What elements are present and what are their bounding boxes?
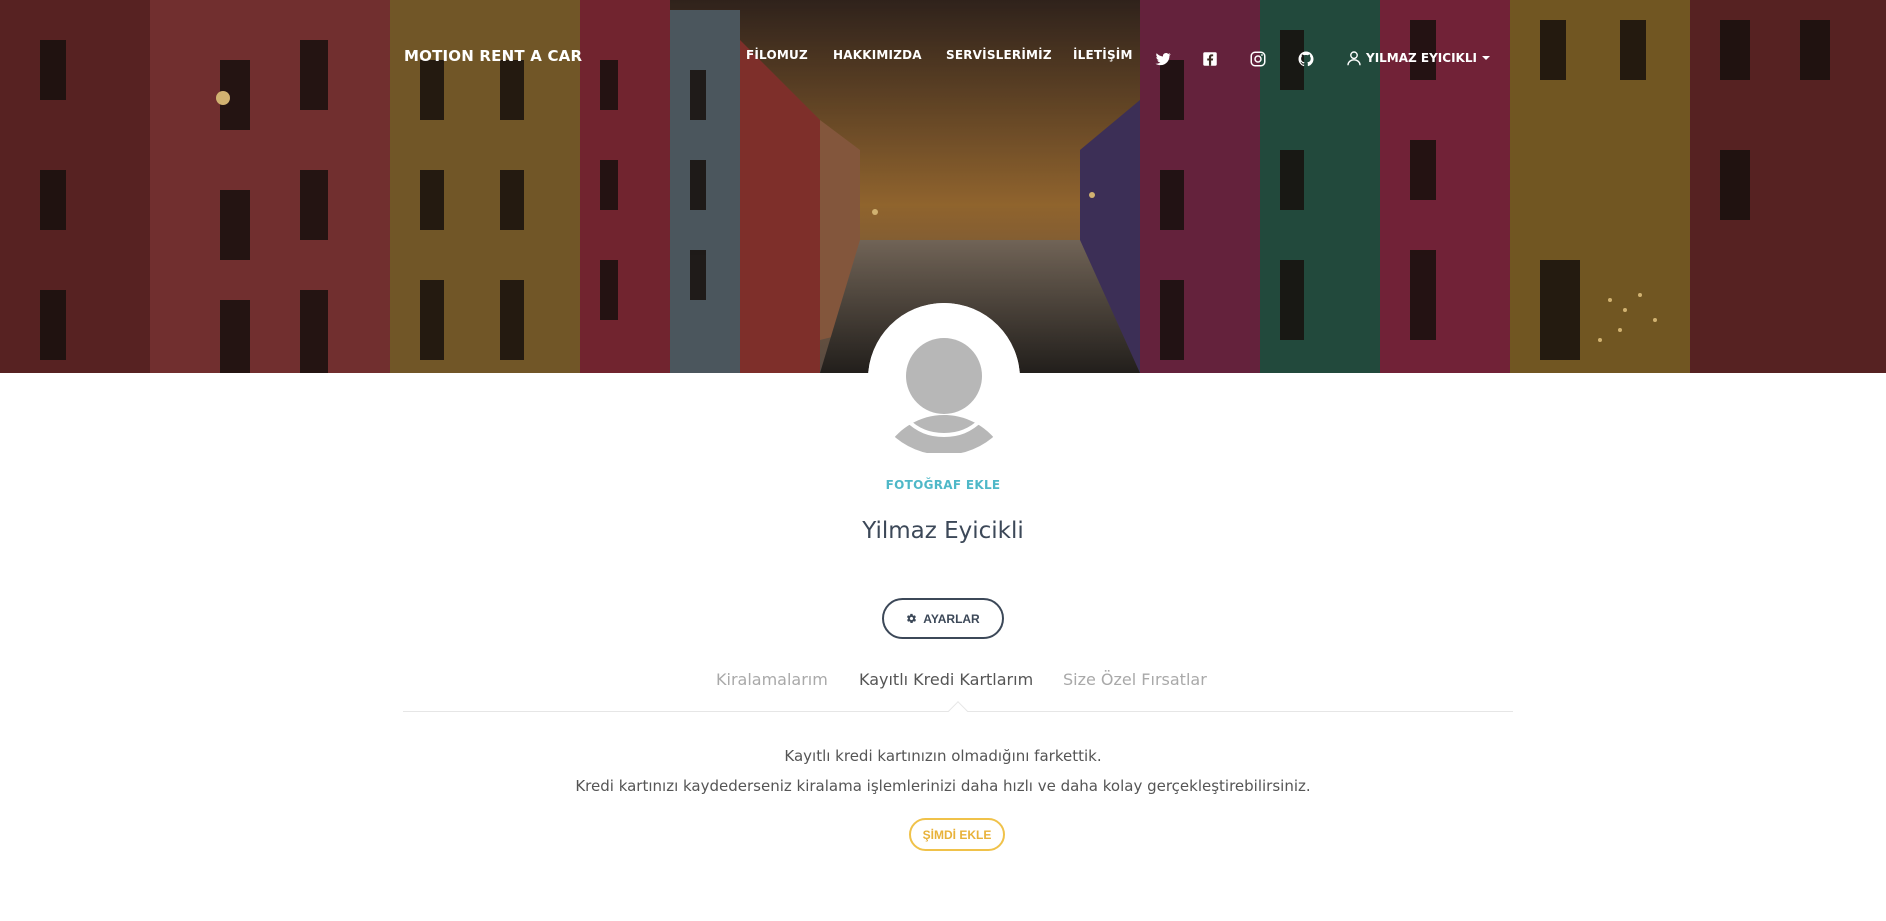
instagram-icon[interactable] (1249, 50, 1267, 68)
caret-down-icon (1481, 56, 1490, 60)
tab-size-ozel-firsatlar[interactable]: Size Özel Fırsatlar (1063, 670, 1207, 689)
twitter-icon[interactable] (1154, 50, 1172, 68)
github-icon[interactable] (1297, 50, 1315, 68)
user-menu-name: YILMAZ EYICIKLI (1366, 51, 1477, 65)
profile-tabs: Kiralamalarım Kayıtlı Kredi Kartlarım Si… (403, 668, 1513, 721)
empty-state-description: Kredi kartınızı kaydederseniz kiralama i… (575, 777, 1311, 795)
tab-kayitli-kredi-kartlarim[interactable]: Kayıtlı Kredi Kartlarım (859, 670, 1033, 689)
add-card-button[interactable]: ŞİMDİ EKLE (909, 818, 1005, 851)
settings-button-label: AYARLAR (923, 611, 980, 626)
gear-icon (906, 613, 917, 624)
facebook-icon[interactable] (1201, 50, 1219, 68)
nav-link-filomuz[interactable]: FİLOMUZ (746, 48, 808, 62)
avatar-placeholder-icon (868, 303, 1020, 455)
nav-link-servislerimiz[interactable]: SERVİSLERİMİZ (946, 48, 1052, 62)
top-navbar: MOTION RENT A CAR FİLOMUZ HAKKIMIZDA SER… (0, 0, 1886, 118)
profile-name: Yilmaz Eyicikli (862, 518, 1024, 544)
profile-avatar[interactable] (868, 303, 1020, 455)
settings-button[interactable]: AYARLAR (882, 598, 1004, 639)
user-icon (1347, 50, 1361, 66)
active-tab-indicator (948, 701, 968, 721)
brand-logo[interactable]: MOTION RENT A CAR (404, 47, 582, 65)
add-photo-link[interactable]: FOTOĞRAF EKLE (0, 478, 1886, 492)
empty-state-message: Kayıtlı kredi kartınızın olmadığını fark… (784, 747, 1102, 765)
nav-link-iletisim[interactable]: İLETİŞİM (1073, 48, 1133, 62)
nav-link-hakkimizda[interactable]: HAKKIMIZDA (833, 48, 922, 62)
user-menu-dropdown[interactable]: YILMAZ EYICIKLI (1347, 49, 1490, 67)
tab-kiralamalarim[interactable]: Kiralamalarım (716, 670, 828, 689)
